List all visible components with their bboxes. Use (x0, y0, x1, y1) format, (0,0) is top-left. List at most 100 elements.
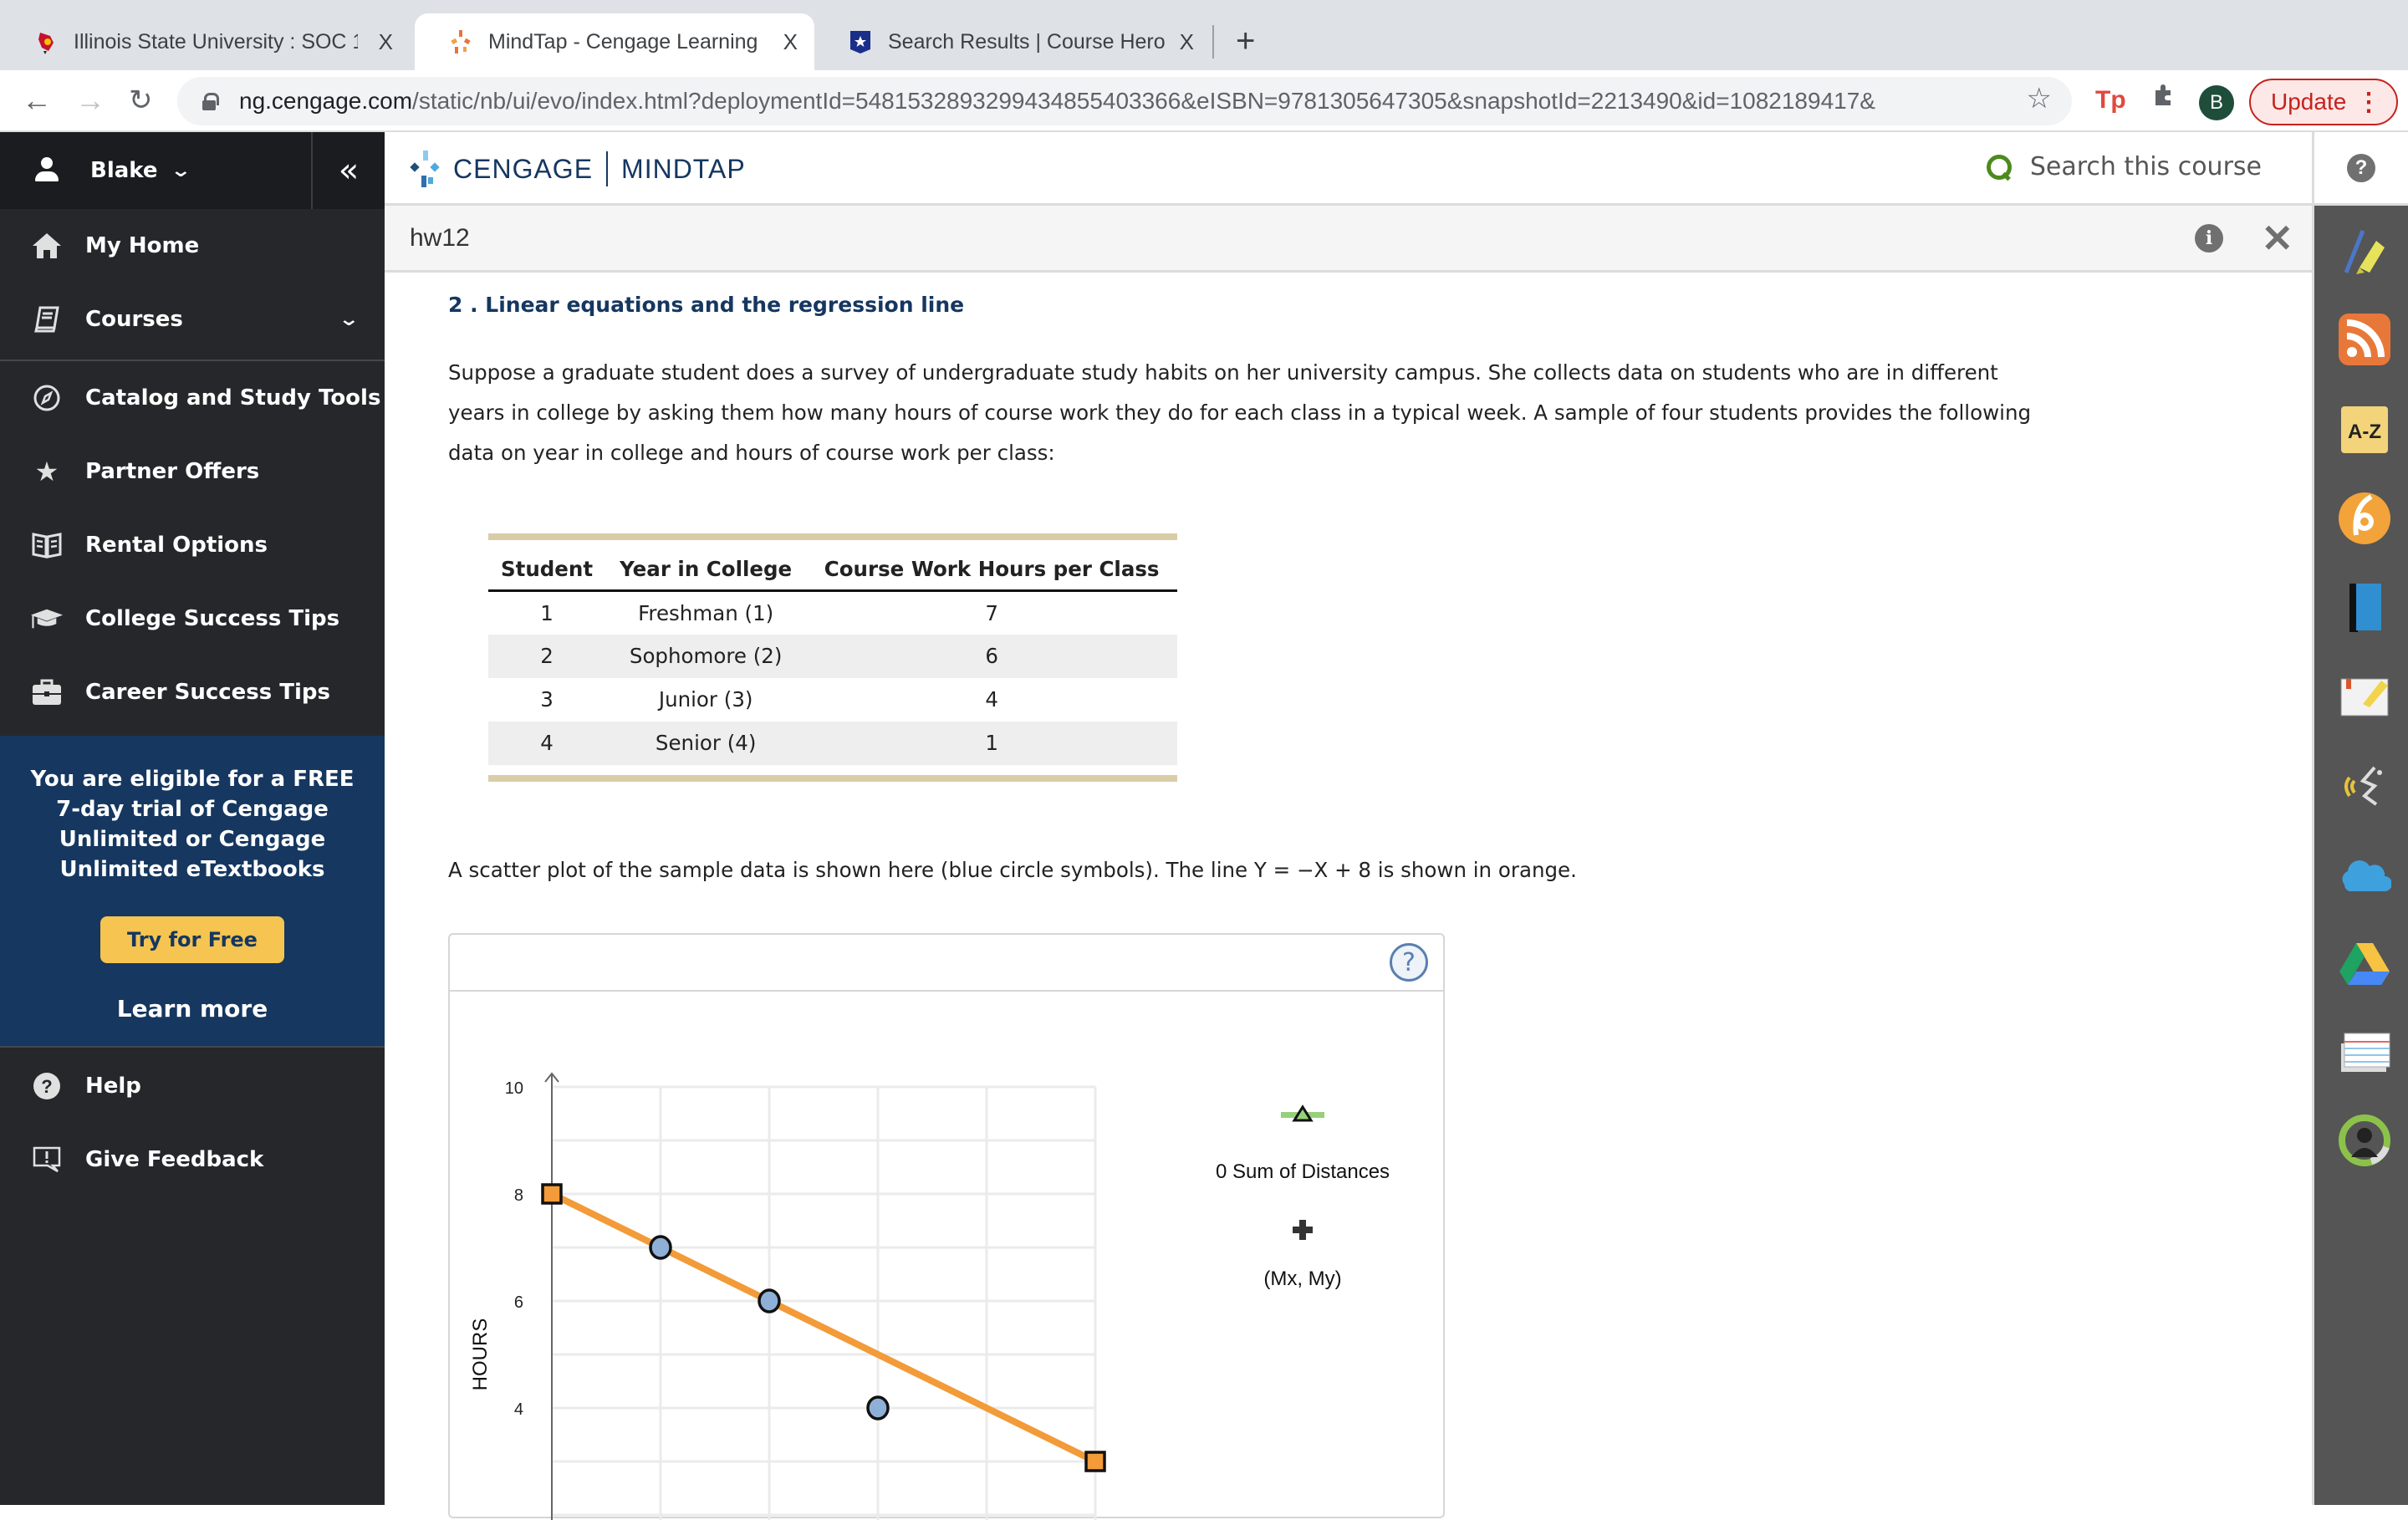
table-row: 2 Sophomore (2) 6 (488, 634, 1177, 678)
user-name: Blake (90, 158, 158, 183)
rss-icon[interactable] (2338, 313, 2391, 366)
browser-tab-illinois-state[interactable]: Illinois State University : SOC 1 X (0, 13, 410, 70)
sidebar-item-partner-offers[interactable]: ★ Partner Offers (0, 435, 385, 508)
onedrive-icon[interactable] (2338, 848, 2391, 901)
sidebar-item-label: Catalog and Study Tools (85, 385, 381, 411)
sidebar-item-help[interactable]: ? Help (0, 1049, 385, 1123)
tab-title: Search Results | Course Hero (888, 29, 1166, 54)
close-tab-icon[interactable]: X (783, 29, 798, 55)
sidebar-item-career-success[interactable]: Career Success Tips (0, 655, 385, 729)
close-activity-icon[interactable]: ✕ (2261, 216, 2293, 261)
triangle-tool-icon (1281, 1104, 1324, 1122)
sum-of-distances-label: 0 Sum of Distances (1215, 1160, 1390, 1183)
book-icon (30, 303, 64, 336)
y-tick-label: 10 (505, 1079, 523, 1098)
graduation-cap-icon (30, 602, 64, 635)
plot-grid (552, 1085, 1097, 1520)
readspeaker-icon[interactable] (2338, 759, 2391, 813)
collapse-sidebar-button[interactable]: « (311, 132, 385, 209)
app-dock: A-Z (2312, 206, 2408, 1505)
table-cell: 1 (806, 721, 1177, 765)
sidebar-item-rental-options[interactable]: Rental Options (0, 508, 385, 582)
activity-header: hw12 i ✕ (385, 206, 2312, 273)
sidebar-item-label: Help (85, 1074, 141, 1099)
ebook-icon[interactable] (2338, 580, 2391, 634)
cengage-6-icon[interactable] (2338, 492, 2391, 545)
table-cell: 6 (806, 634, 1177, 678)
search-course[interactable]: Search this course (1986, 152, 2262, 181)
info-icon[interactable]: i (2195, 224, 2223, 252)
glossary-az-icon[interactable]: A-Z (2338, 403, 2391, 457)
sidebar-item-give-feedback[interactable]: Give Feedback (0, 1123, 385, 1196)
activity-title: hw12 (410, 224, 470, 252)
question-content: 2 . Linear equations and the regression … (385, 273, 2312, 1520)
sidebar-item-label: College Success Tips (85, 606, 340, 631)
try-for-free-button[interactable]: Try for Free (100, 916, 284, 963)
update-label: Update (2271, 89, 2347, 115)
sidebar-item-college-success[interactable]: College Success Tips (0, 582, 385, 655)
y-tick-label: 6 (514, 1293, 523, 1312)
tab-separator (1212, 25, 1214, 59)
svg-text:A-Z: A-Z (2348, 421, 2381, 443)
column-header: Year in College (605, 537, 807, 592)
mean-point-tool[interactable] (1186, 1217, 1420, 1242)
left-sidebar: Blake ⌄ « My Home Courses ⌄ Catalog and … (0, 132, 385, 1505)
line-handle[interactable] (541, 1183, 563, 1205)
table-cell: 4 (985, 687, 998, 712)
table-cell: 4 (488, 721, 606, 765)
google-drive-icon[interactable] (2338, 936, 2391, 990)
svg-text:?: ? (41, 1076, 52, 1097)
url-text[interactable]: ng.cengage.com/static/nb/ui/evo/index.ht… (239, 88, 1875, 115)
highlighter-icon[interactable] (2338, 224, 2391, 278)
sum-of-distances-tool[interactable] (1186, 1102, 1420, 1135)
table-cell: Senior (4) (605, 721, 807, 765)
chevron-down-icon: ⌄ (337, 309, 360, 330)
sidebar-item-catalog[interactable]: Catalog and Study Tools (0, 361, 385, 435)
table-cell: Junior (3) (658, 687, 753, 712)
y-tick-labels: 4 6 8 10 (505, 1079, 523, 1419)
sidebar-item-my-home[interactable]: My Home (0, 209, 385, 283)
sidebar-header: Blake ⌄ « (0, 132, 385, 209)
sidebar-item-label: Partner Offers (85, 459, 260, 484)
address-bar[interactable]: ng.cengage.com/static/nb/ui/evo/index.ht… (177, 77, 2072, 125)
sidebar-item-label: Career Success Tips (85, 680, 331, 705)
back-arrow-icon[interactable]: ← (22, 82, 52, 119)
table-row: 1 Freshman (1) 7 (488, 591, 1177, 635)
table-cell: Sophomore (2) (605, 634, 807, 678)
browser-tab-course-hero[interactable]: Search Results | Course Hero X (814, 13, 1211, 70)
close-tab-icon[interactable]: X (1180, 29, 1194, 55)
app-header: CENGAGE MINDTAP Search this course (385, 132, 2312, 206)
logo-divider (606, 151, 609, 186)
extension-tp-icon[interactable]: Tp (2095, 82, 2126, 119)
profile-avatar[interactable]: B (2199, 85, 2234, 120)
cengage-mindtap-logo[interactable]: CENGAGE MINDTAP (410, 150, 746, 187)
learn-more-link[interactable]: Learn more (20, 995, 365, 1023)
mindtap-icon (448, 29, 473, 54)
browser-update-button[interactable]: Update ⋮ (2249, 79, 2398, 125)
browser-tab-mindtap[interactable]: MindTap - Cengage Learning X (415, 13, 814, 70)
profile-progress-icon[interactable] (2338, 1114, 2391, 1167)
question-intro: Suppose a graduate student does a survey… (448, 360, 2032, 465)
y-axis-label: HOURS (469, 1319, 492, 1391)
extensions-puzzle-icon[interactable] (2150, 82, 2177, 120)
flashcards-icon[interactable] (2338, 1025, 2391, 1079)
sidebar-item-label: Courses (85, 307, 183, 332)
new-tab-button[interactable]: + (1236, 22, 1255, 60)
graph-help-icon[interactable]: ? (1390, 943, 1428, 982)
cengage-logo-icon (410, 150, 445, 187)
user-menu[interactable]: Blake ⌄ (0, 157, 191, 184)
notebook-icon[interactable] (2338, 669, 2391, 722)
close-tab-icon[interactable]: X (379, 29, 393, 55)
data-point (758, 1288, 781, 1313)
regression-line (550, 1191, 1097, 1465)
forward-arrow-icon[interactable]: → (75, 82, 105, 119)
browser-toolbar: ← → ↻ ng.cengage.com/static/nb/ui/evo/in… (0, 70, 2408, 132)
sidebar-item-courses[interactable]: Courses ⌄ (0, 283, 385, 356)
star-icon: ★ (34, 456, 59, 487)
bookmark-star-icon[interactable]: ☆ (2027, 82, 2052, 115)
reload-icon[interactable]: ↻ (129, 82, 153, 119)
line-handle[interactable] (1084, 1451, 1106, 1472)
header-help[interactable]: ? (2312, 132, 2408, 206)
data-table: Student Year in College Course Work Hour… (488, 533, 1177, 782)
mean-point-label: (Mx, My) (1263, 1268, 1342, 1290)
